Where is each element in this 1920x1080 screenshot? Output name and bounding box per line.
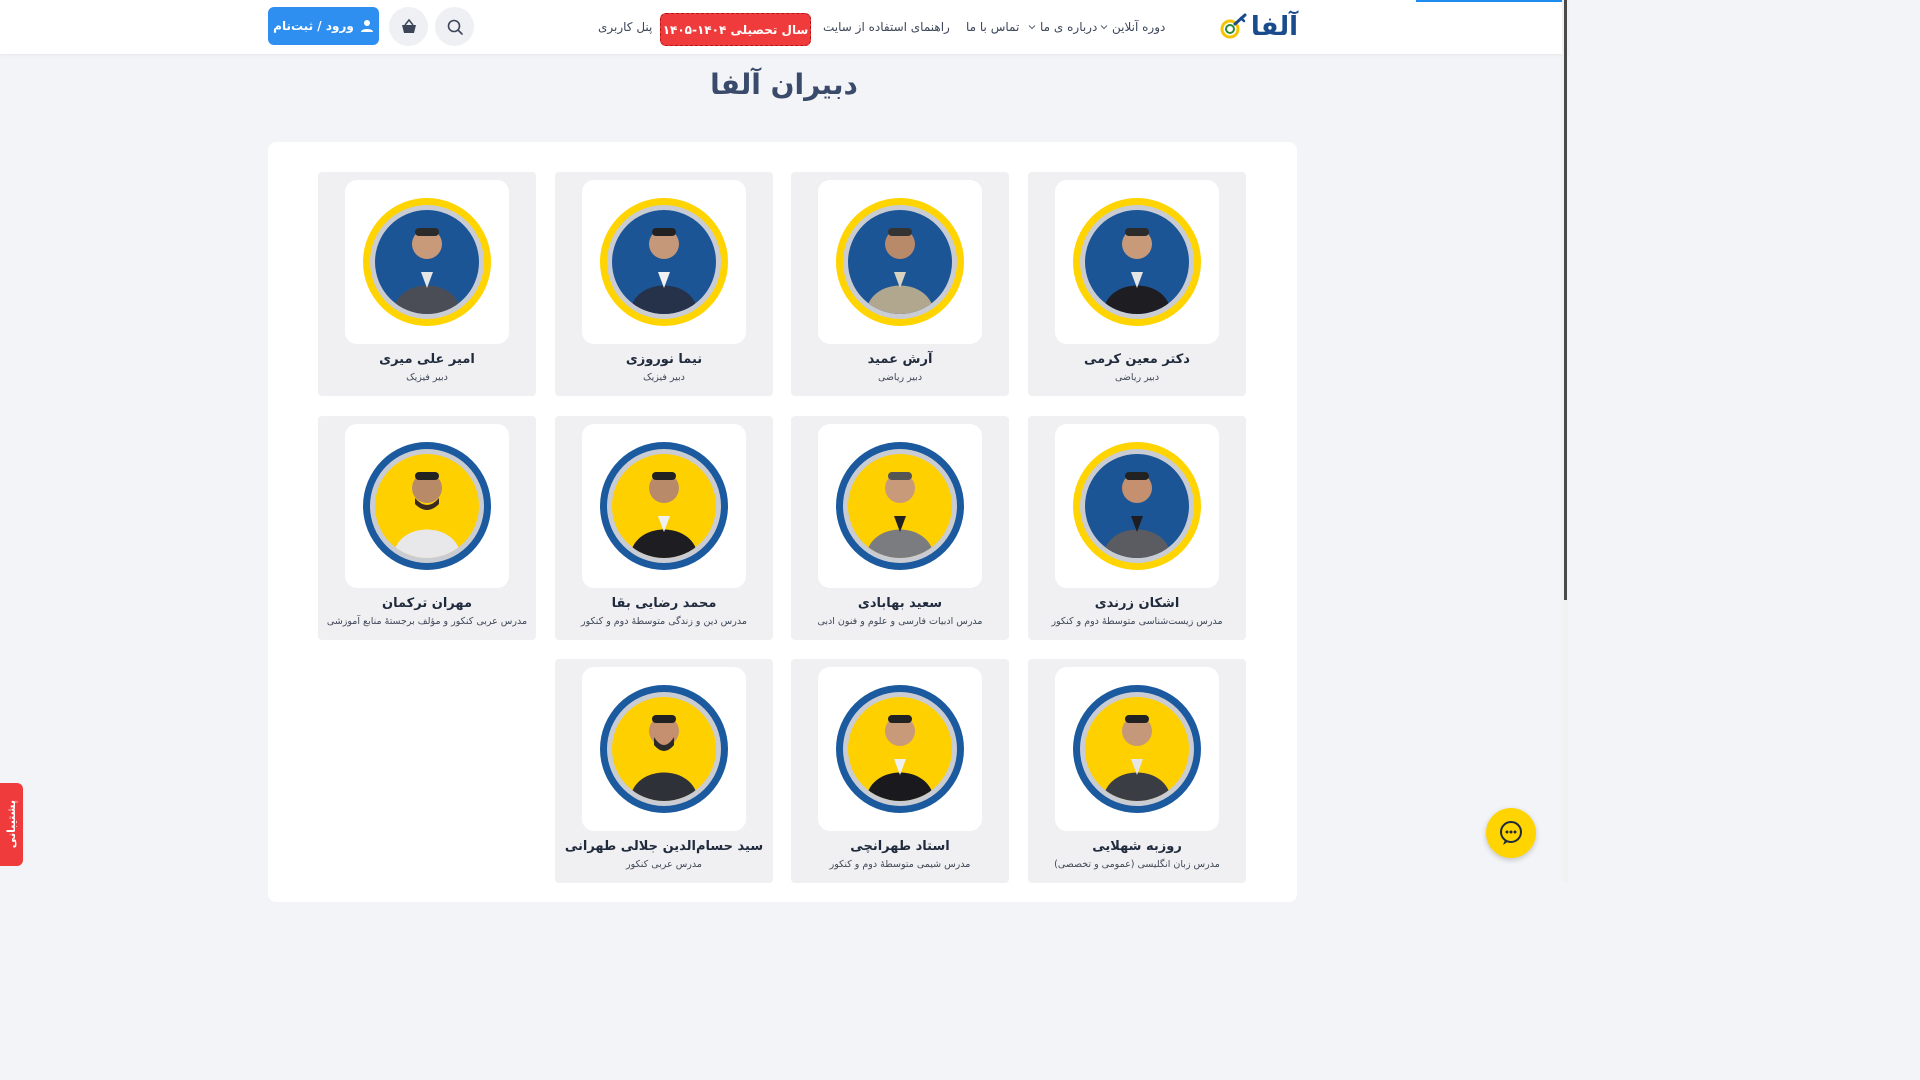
teacher-name: دکتر معین کرمی: [1084, 352, 1190, 367]
teacher-role: مدرس شیمی متوسطهٔ دوم و کنکور: [829, 859, 971, 870]
teacher-role: مدرس دین و زندگی متوسطهٔ دوم و کنکور: [581, 616, 747, 627]
chat-icon: [1500, 821, 1522, 845]
nav-about-us-label: درباره ی ما: [1040, 20, 1098, 34]
teacher-name: امیر علی میری: [379, 352, 475, 367]
user-icon: [360, 20, 373, 32]
support-tab-label: پشتیبانی: [5, 800, 18, 849]
teacher-role: مدرس زیست‌شناسی متوسطهٔ دوم و کنکور: [1051, 616, 1223, 627]
teacher-photo-box: [345, 180, 509, 344]
teacher-role: مدرس ادبیات فارسی و علوم و فنون ادبی: [817, 616, 983, 627]
teacher-card[interactable]: اشکان زرندی مدرس زیست‌شناسی متوسطهٔ دوم …: [1028, 416, 1246, 640]
scroll-progress-bar: [1416, 0, 1564, 2]
nav-contact-us-label: تماس با ما: [966, 20, 1020, 34]
teacher-name: روزبه شهلایی: [1092, 839, 1182, 854]
chevron-down-icon: [1028, 25, 1036, 30]
teacher-card[interactable]: آرش عمید دبیر ریاضی: [791, 172, 1009, 396]
teacher-avatar: [1085, 210, 1189, 314]
teacher-card[interactable]: روزبه شهلایی مدرس زبان انگلیسی (عمومی و …: [1028, 659, 1246, 883]
teacher-role: مدرس عربی کنکور و مؤلف برجستهٔ منابع آمو…: [326, 616, 528, 627]
page-title: دبیران آلفا: [710, 68, 858, 101]
teacher-name: اشکان زرندی: [1094, 596, 1180, 611]
teacher-role: دبیر ریاضی: [877, 372, 923, 383]
teacher-photo-box: [818, 667, 982, 831]
nav-about-us[interactable]: درباره ی ما: [1028, 0, 1097, 54]
teacher-role: دبیر فیزیک: [406, 372, 448, 383]
site-logo[interactable]: آلفا: [1218, 10, 1299, 44]
login-label: ورود / ثبت‌نام: [273, 19, 354, 33]
chat-widget-button[interactable]: [1486, 808, 1536, 858]
login-register-button[interactable]: ورود / ثبت‌نام: [268, 7, 379, 45]
nav-site-guide[interactable]: راهنمای استفاده از سایت: [823, 0, 950, 54]
search-icon: [447, 19, 463, 35]
nav-site-guide-label: راهنمای استفاده از سایت: [823, 20, 950, 34]
teacher-name: آرش عمید: [867, 352, 933, 367]
academic-year-promo-button[interactable]: سال تحصیلی ۱۴۰۴-۱۴۰۵: [660, 13, 811, 46]
support-tab[interactable]: پشتیبانی: [0, 783, 23, 866]
teacher-photo-box: [818, 180, 982, 344]
scrollbar-thumb[interactable]: [1564, 0, 1567, 600]
teachers-container: دکتر معین کرمی دبیر ریاضی آرش عمید دبیر …: [268, 142, 1297, 902]
teacher-avatar: [848, 697, 952, 801]
teacher-card[interactable]: سعید بهابادی مدرس ادبیات فارسی و علوم و …: [791, 416, 1009, 640]
teacher-avatar: [848, 454, 952, 558]
teacher-photo-box: [582, 424, 746, 588]
teacher-avatar: [1085, 454, 1189, 558]
teacher-photo-box: [345, 424, 509, 588]
nav-user-panel-label: پنل کاربری: [598, 20, 653, 34]
teacher-role: مدرس عربی کنکور: [626, 859, 702, 870]
teacher-card[interactable]: محمد رضایی بقا مدرس دین و زندگی متوسطهٔ …: [555, 416, 773, 640]
search-button[interactable]: [435, 7, 474, 46]
teacher-avatar: [612, 697, 716, 801]
teacher-avatar: [612, 210, 716, 314]
teacher-card[interactable]: نیما نوروزی دبیر فیزیک: [555, 172, 773, 396]
nav-user-panel[interactable]: پنل کاربری: [598, 0, 652, 54]
teacher-avatar: [375, 210, 479, 314]
teacher-photo-box: [1055, 667, 1219, 831]
teacher-name: استاد طهرانچی: [850, 839, 950, 854]
cart-button[interactable]: [389, 7, 428, 46]
teacher-card[interactable]: مهران ترکمان مدرس عربی کنکور و مؤلف برجس…: [318, 416, 536, 640]
logo-key-icon: [1220, 13, 1247, 39]
nav-online-courses-label: دوره آنلاین: [1112, 20, 1166, 34]
teacher-card[interactable]: امیر علی میری دبیر فیزیک: [318, 172, 536, 396]
promo-label: سال تحصیلی ۱۴۰۴-۱۴۰۵: [662, 22, 809, 37]
teacher-photo-box: [582, 180, 746, 344]
teacher-role: دبیر ریاضی: [1114, 372, 1160, 383]
teacher-name: محمد رضایی بقا: [611, 596, 717, 611]
logo-text: آلفا: [1250, 12, 1299, 42]
teacher-card[interactable]: استاد طهرانچی مدرس شیمی متوسطهٔ دوم و کن…: [791, 659, 1009, 883]
teacher-avatar: [1085, 697, 1189, 801]
teacher-role: مدرس زبان انگلیسی (عمومی و تخصصی): [1054, 859, 1220, 870]
teacher-name: نیما نوروزی: [625, 352, 703, 367]
teacher-card[interactable]: سید حسام‌الدین جلالی طهرانی مدرس عربی کن…: [555, 659, 773, 883]
chevron-down-icon: [1100, 25, 1108, 30]
teacher-avatar: [375, 454, 479, 558]
teacher-photo-box: [582, 667, 746, 831]
nav-contact-us[interactable]: تماس با ما: [966, 0, 1019, 54]
teacher-avatar: [848, 210, 952, 314]
teacher-name: سعید بهابادی: [857, 596, 943, 611]
nav-online-courses[interactable]: دوره آنلاین: [1100, 0, 1165, 54]
teacher-name: سید حسام‌الدین جلالی طهرانی: [564, 839, 764, 854]
teacher-avatar: [612, 454, 716, 558]
teacher-name: مهران ترکمان: [381, 596, 473, 611]
teacher-card[interactable]: دکتر معین کرمی دبیر ریاضی: [1028, 172, 1246, 396]
site-header: آلفا دوره آنلاین درباره ی ما تماس با ما …: [0, 0, 1568, 54]
teacher-photo-box: [1055, 180, 1219, 344]
teacher-role: دبیر فیزیک: [643, 372, 685, 383]
teacher-photo-box: [1055, 424, 1219, 588]
basket-icon: [401, 18, 416, 33]
teacher-photo-box: [818, 424, 982, 588]
